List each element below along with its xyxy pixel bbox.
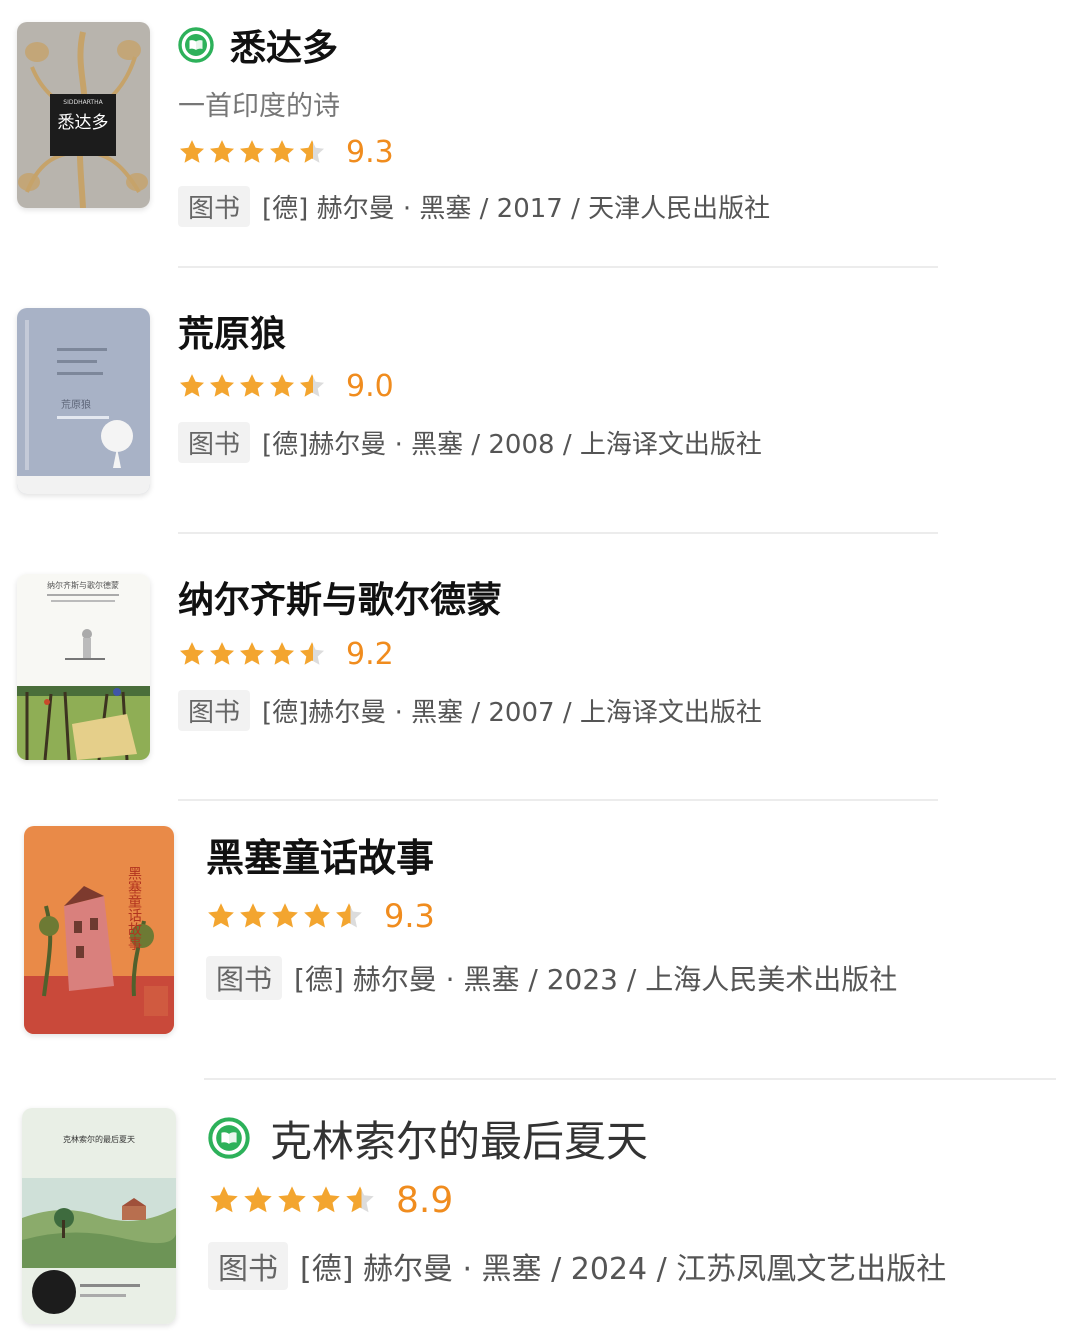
star-half-icon bbox=[298, 138, 326, 166]
star-rating bbox=[178, 372, 328, 400]
book-cover[interactable]: 荒原狼 bbox=[17, 308, 150, 494]
book-subtitle: 一首印度的诗 bbox=[178, 91, 340, 122]
book-title[interactable]: 黑塞童话故事 bbox=[206, 827, 434, 882]
category-tag: 图书 bbox=[178, 690, 251, 731]
cover-cn-title: 黑塞童话故事 bbox=[126, 866, 142, 950]
cover-cn-title: 克林索尔的最后夏天 bbox=[63, 1134, 135, 1144]
book-item[interactable]: 荒原狼 荒原狼 9.0 图书 [德]赫尔曼 · 黑塞 / 2008 / 上海译文… bbox=[0, 268, 1080, 536]
rating-score: 9.3 bbox=[384, 897, 435, 935]
star-icon bbox=[242, 1184, 274, 1216]
book-cover[interactable]: 纳尔齐斯与歌尔德蒙 bbox=[17, 574, 150, 760]
book-title[interactable]: 悉达多 bbox=[230, 19, 338, 71]
cover-cn-title: 纳尔齐斯与歌尔德蒙 bbox=[47, 580, 119, 590]
author-year-publisher: [德] 赫尔曼 · 黑塞 / 2024 / 江苏凤凰文艺出版社 bbox=[300, 1252, 947, 1287]
star-icon bbox=[208, 138, 236, 166]
star-icon bbox=[208, 372, 236, 400]
book-cover[interactable]: 黑塞童话故事 bbox=[24, 826, 174, 1034]
author-year-publisher: [德] 赫尔曼 · 黑塞 / 2017 / 天津人民出版社 bbox=[262, 194, 771, 224]
category-tag: 图书 bbox=[178, 422, 251, 463]
star-icon bbox=[178, 372, 206, 400]
star-rating bbox=[206, 901, 366, 931]
book-meta: 图书 [德] 赫尔曼 · 黑塞 / 2023 / 上海人民美术出版社 bbox=[206, 956, 897, 1000]
star-icon bbox=[238, 138, 266, 166]
rating-score: 8.9 bbox=[396, 1179, 454, 1221]
cover-en-title: SIDDHARTHA bbox=[63, 99, 103, 106]
star-icon bbox=[208, 640, 236, 668]
rating-row: 8.9 bbox=[208, 1178, 453, 1222]
star-icon bbox=[178, 138, 206, 166]
rating-row: 9.3 bbox=[178, 134, 394, 170]
star-half-icon bbox=[344, 1184, 376, 1216]
author-year-publisher: [德]赫尔曼 · 黑塞 / 2008 / 上海译文出版社 bbox=[262, 430, 762, 460]
divider bbox=[178, 799, 938, 801]
book-title[interactable]: 克林索尔的最后夏天 bbox=[270, 1108, 648, 1169]
star-icon bbox=[302, 901, 332, 931]
rating-score: 9.2 bbox=[346, 636, 394, 672]
star-icon bbox=[238, 372, 266, 400]
book-read-icon bbox=[208, 1117, 250, 1159]
book-item[interactable]: 克林索尔的最后夏天 克林索尔的最后夏天 8.9 图书 [德] 赫尔曼 · 黑塞 … bbox=[0, 1080, 1080, 1340]
star-icon bbox=[268, 372, 296, 400]
star-icon bbox=[268, 138, 296, 166]
title-row: 荒原狼 bbox=[178, 305, 286, 357]
star-half-icon bbox=[334, 901, 364, 931]
star-rating bbox=[208, 1184, 378, 1216]
title-row: 悉达多 bbox=[178, 19, 338, 71]
title-row: 黑塞童话故事 bbox=[206, 830, 434, 880]
star-icon bbox=[310, 1184, 342, 1216]
star-icon bbox=[238, 640, 266, 668]
rating-row: 9.0 bbox=[178, 368, 394, 404]
star-rating bbox=[178, 640, 328, 668]
title-row: 克林索尔的最后夏天 bbox=[208, 1112, 648, 1166]
rating-row: 9.2 bbox=[178, 636, 394, 672]
book-meta: 图书 [德]赫尔曼 · 黑塞 / 2008 / 上海译文出版社 bbox=[178, 422, 762, 463]
cover-cn-title: 荒原狼 bbox=[61, 398, 91, 411]
title-row: 纳尔齐斯与歌尔德蒙 bbox=[178, 571, 502, 623]
rating-score: 9.0 bbox=[346, 368, 394, 404]
book-meta: 图书 [德]赫尔曼 · 黑塞 / 2007 / 上海译文出版社 bbox=[178, 690, 762, 731]
star-icon bbox=[268, 640, 296, 668]
star-icon bbox=[238, 901, 268, 931]
star-icon bbox=[178, 640, 206, 668]
book-cover[interactable]: 克林索尔的最后夏天 bbox=[22, 1108, 176, 1324]
category-tag: 图书 bbox=[206, 956, 283, 1000]
book-meta: 图书 [德] 赫尔曼 · 黑塞 / 2017 / 天津人民出版社 bbox=[178, 186, 770, 227]
author-year-publisher: [德]赫尔曼 · 黑塞 / 2007 / 上海译文出版社 bbox=[262, 698, 762, 728]
author-year-publisher: [德] 赫尔曼 · 黑塞 / 2023 / 上海人民美术出版社 bbox=[294, 963, 898, 996]
book-meta: 图书 [德] 赫尔曼 · 黑塞 / 2024 / 江苏凤凰文艺出版社 bbox=[208, 1242, 946, 1290]
star-icon bbox=[206, 901, 236, 931]
book-cover[interactable]: SIDDHARTHA 悉达多 bbox=[17, 22, 150, 208]
rating-row: 9.3 bbox=[206, 896, 435, 936]
star-half-icon bbox=[298, 640, 326, 668]
rating-score: 9.3 bbox=[346, 134, 394, 170]
book-read-icon bbox=[178, 27, 214, 63]
cover-cn-title: 悉达多 bbox=[58, 113, 109, 133]
star-icon bbox=[276, 1184, 308, 1216]
book-item[interactable]: 纳尔齐斯与歌尔德蒙 纳尔齐斯与歌尔德蒙 9.2 图书 [德]赫尔曼 · 黑塞 /… bbox=[0, 536, 1080, 802]
star-half-icon bbox=[298, 372, 326, 400]
book-item[interactable]: 黑塞童话故事 黑塞童话故事 9.3 图书 [德] 赫尔曼 · 黑塞 / 2023… bbox=[0, 802, 1080, 1080]
category-tag: 图书 bbox=[178, 186, 251, 227]
book-title[interactable]: 纳尔齐斯与歌尔德蒙 bbox=[178, 571, 502, 623]
star-rating bbox=[178, 138, 328, 166]
star-icon bbox=[208, 1184, 240, 1216]
book-title[interactable]: 荒原狼 bbox=[178, 305, 286, 357]
star-icon bbox=[270, 901, 300, 931]
category-tag: 图书 bbox=[208, 1242, 288, 1290]
book-item[interactable]: SIDDHARTHA 悉达多 悉达多 一首印度的诗 9.3 图书 [德] 赫尔曼… bbox=[0, 0, 1080, 268]
divider bbox=[178, 532, 938, 534]
